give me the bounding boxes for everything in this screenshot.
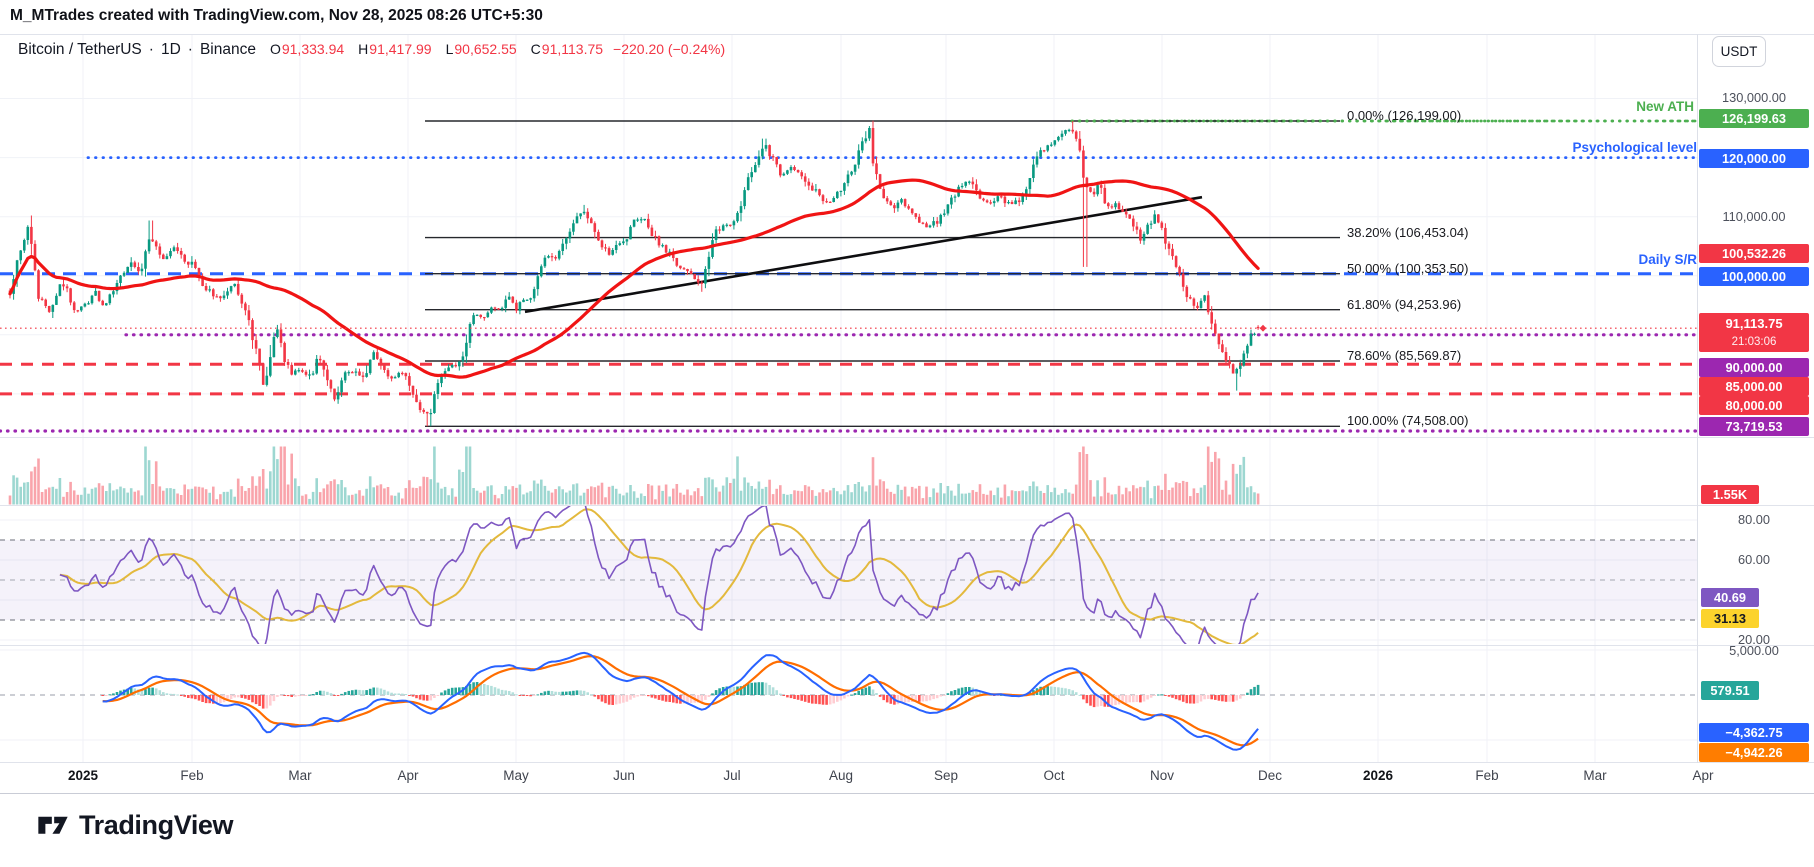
time-axis-label: Mar (288, 768, 312, 783)
high-value: 91,417.99 (369, 41, 432, 57)
time-axis-label: Feb (1475, 768, 1499, 783)
tradingview-chart-window: M_MTrades created with TradingView.com, … (0, 0, 1814, 867)
price-axis-value-label: −4,942.26 (1699, 742, 1809, 762)
price-axis-value-label: 579.51 (1701, 680, 1759, 700)
fib-level-label[interactable]: 78.60% (85,569.87) (1347, 348, 1461, 363)
low-value: 90,652.55 (454, 41, 517, 57)
high-label: H (358, 41, 369, 57)
legend-separator: · (187, 41, 193, 58)
symbol-legend[interactable]: Bitcoin / TetherUS · 1D · Binance O 91,3… (18, 41, 725, 59)
price-axis-label: 5,000.00 (1729, 643, 1779, 658)
pane-divider-rsi-macd[interactable] (0, 645, 1814, 646)
price-axis-value-label: 80,000.00 (1699, 395, 1809, 415)
open-label: O (269, 41, 281, 57)
fib-level-label[interactable]: 38.20% (106,453.04) (1347, 225, 1468, 240)
time-axis-label: Mar (1583, 768, 1607, 783)
bar-countdown: 21:03:06 (1731, 336, 1777, 348)
price-axis-label: 110,000.00 (1722, 209, 1786, 224)
fib-level-label[interactable]: 0.00% (126,199.00) (1347, 108, 1461, 123)
current-price-line (0, 324, 1697, 332)
moving-average-line[interactable] (8, 178, 1260, 379)
low-label: L (445, 41, 454, 57)
symbol-name[interactable]: Bitcoin / TetherUS (18, 41, 142, 59)
price-axis-value-label: −4,362.75 (1699, 722, 1809, 742)
price-axis-border (1697, 34, 1698, 763)
interval-label[interactable]: 1D (161, 41, 181, 59)
close-label: C (530, 41, 541, 57)
rsi-pane[interactable] (0, 500, 1697, 655)
time-axis-label: Dec (1257, 768, 1283, 783)
fib-level-label[interactable]: 50.00% (100,353.50) (1347, 261, 1468, 276)
time-axis-label: Apr (397, 768, 419, 783)
price-axis-value-label: 31.13 (1701, 608, 1759, 628)
current-price-value: 91,113.75 (1725, 316, 1783, 331)
open-value: 91,333.94 (281, 41, 345, 57)
price-axis-label: 60.00 (1737, 552, 1771, 567)
price-axis-value-label: 126,199.63 (1699, 108, 1809, 128)
price-axis-value-label: 100,532.26 (1699, 243, 1809, 263)
time-axis-label: Sep (933, 768, 959, 783)
time-axis-label: Nov (1149, 768, 1175, 783)
annotation-daily-sr[interactable]: Daily S/R (1638, 252, 1697, 267)
currency-toggle-button[interactable]: USDT (1712, 36, 1766, 67)
annotation-new-ath[interactable]: New ATH (1636, 99, 1694, 114)
macd-histogram (101, 682, 1260, 709)
time-axis-label: Aug (828, 768, 854, 783)
price-axis-value-label: 1.55K (1701, 484, 1759, 504)
tradingview-logo-text: TradingView (79, 809, 234, 840)
price-axis-value-label: 40.69 (1701, 587, 1759, 607)
watermark-title: M_MTrades created with TradingView.com, … (10, 7, 543, 24)
price-axis-label: 80.00 (1737, 512, 1771, 527)
price-axis-value-label: 73,719.53 (1699, 416, 1809, 436)
exchange-label: Binance (199, 41, 256, 58)
annotation-psychological-level[interactable]: Psychological level (1572, 140, 1697, 155)
price-axis-label: 130,000.00 (1721, 90, 1787, 105)
time-axis-label: Apr (1692, 768, 1714, 783)
fib-level-label[interactable]: 61.80% (94,253.96) (1347, 297, 1461, 312)
time-axis-label: Jul (723, 768, 741, 783)
pane-divider-macd-timeaxis (0, 762, 1814, 763)
macd-pane[interactable] (0, 651, 1697, 751)
time-axis-label: 2025 (67, 768, 99, 783)
time-axis-label: 2026 (1362, 768, 1394, 783)
time-axis-label: Oct (1043, 768, 1065, 783)
time-axis-label: Feb (180, 768, 204, 783)
tradingview-logo-icon (38, 816, 68, 834)
fib-level-label[interactable]: 100.00% (74,508.00) (1347, 413, 1468, 428)
tradingview-logo[interactable]: TradingView (36, 808, 234, 842)
price-axis-value-label: 90,000.00 (1699, 357, 1809, 377)
trend-line[interactable] (524, 195, 1203, 314)
header-divider (0, 34, 1814, 35)
time-axis-label: May (503, 768, 529, 783)
price-axis-value-label: 85,000.00 (1699, 376, 1809, 396)
chart-bottom-border (0, 793, 1814, 794)
chart-canvas[interactable] (0, 0, 1814, 867)
time-axis-label: Jun (613, 768, 635, 783)
current-price-label: 91,113.75 21:03:06 (1699, 313, 1809, 352)
legend-separator: · (148, 41, 154, 58)
fib-retracement[interactable] (425, 120, 1340, 427)
volume-series[interactable] (8, 446, 1260, 505)
close-value: 91,113.75 (541, 41, 604, 57)
change-value: −220.20 (−0.24%) (613, 41, 726, 57)
pane-divider-price-volume[interactable] (0, 437, 1814, 438)
price-axis-value-label: 120,000.00 (1699, 148, 1809, 168)
price-axis-value-label: 100,000.00 (1699, 266, 1809, 286)
pane-divider-volume-rsi[interactable] (0, 505, 1814, 506)
grid-lines (0, 35, 1697, 762)
